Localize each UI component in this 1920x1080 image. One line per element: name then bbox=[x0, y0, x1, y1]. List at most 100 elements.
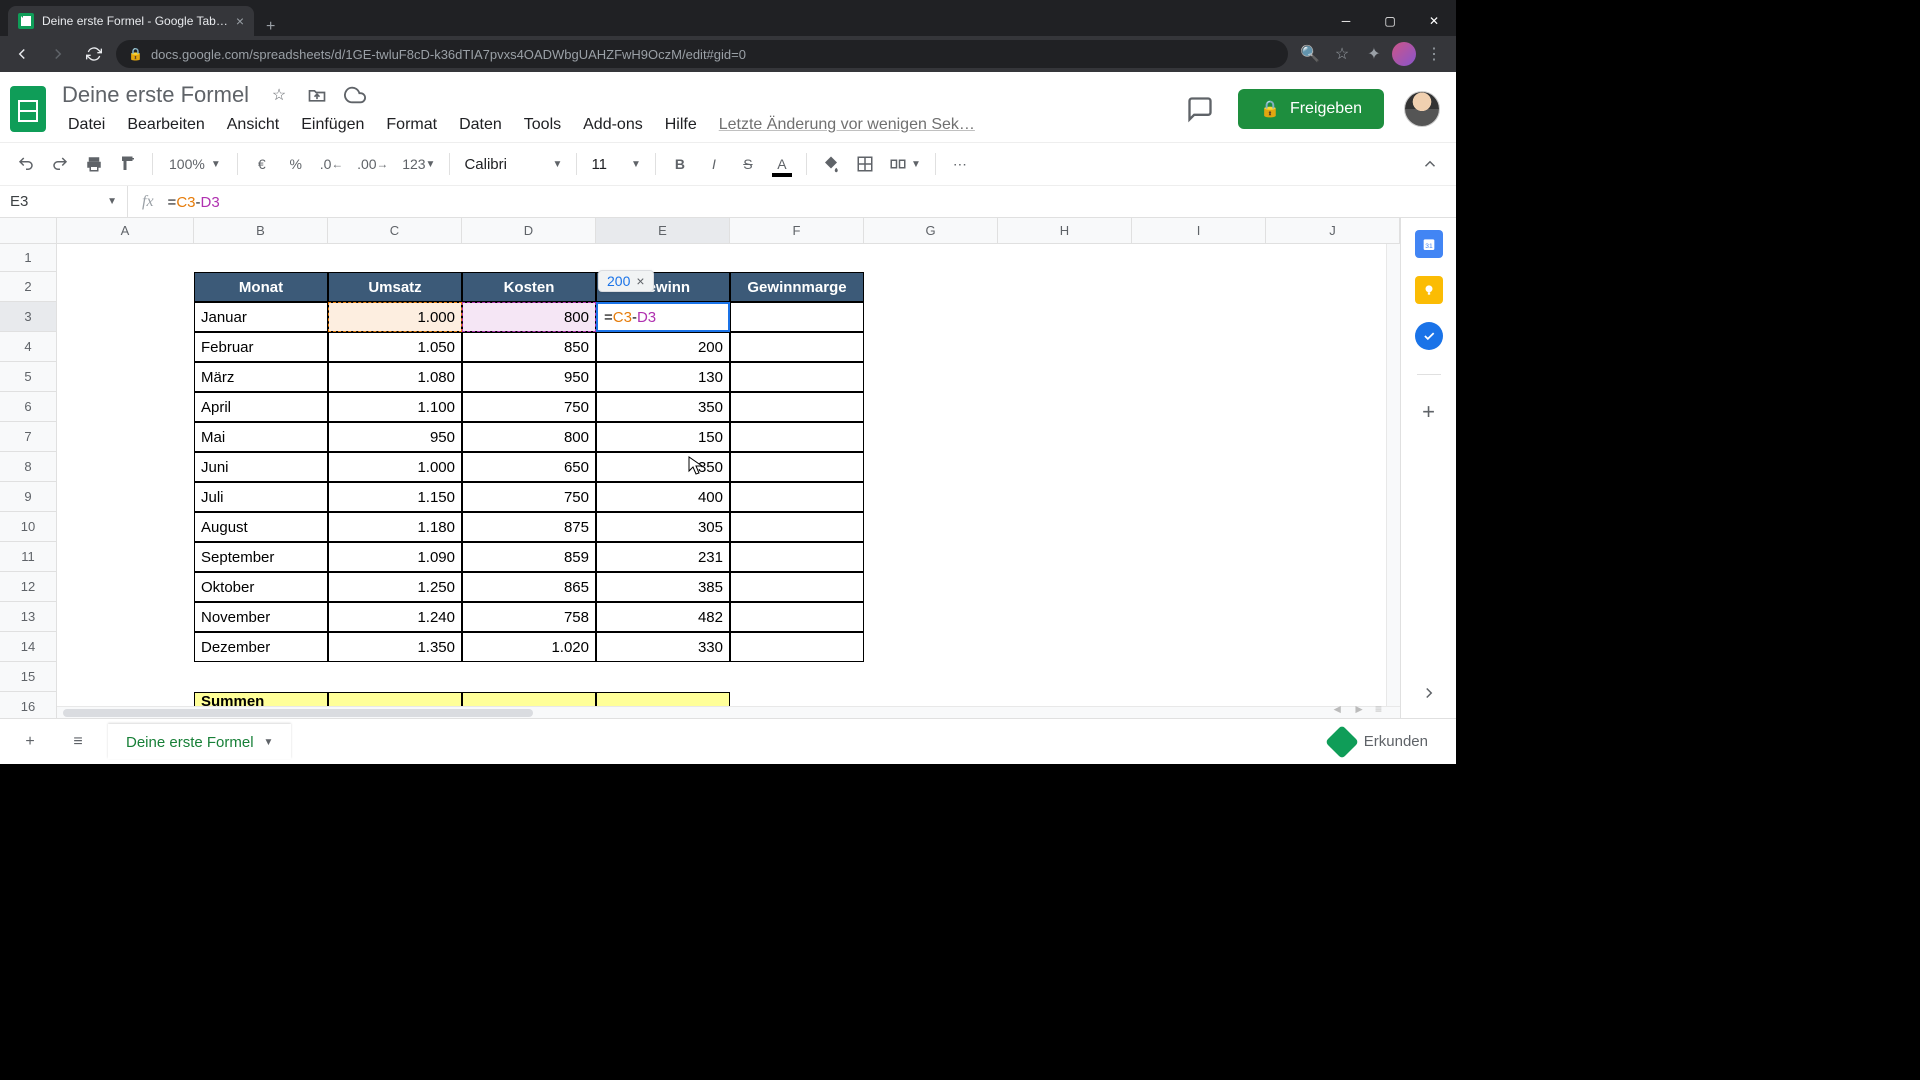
cell-monat-8[interactable]: Juni bbox=[194, 452, 328, 482]
increase-decimals-button[interactable]: .00→ bbox=[351, 149, 394, 179]
paint-format-button[interactable] bbox=[112, 149, 144, 179]
col-header-I[interactable]: I bbox=[1132, 218, 1266, 244]
cells-area[interactable]: MonatUmsatzKostenGewinnGewinnmargeJanuar… bbox=[57, 244, 1400, 718]
profile-avatar-small[interactable] bbox=[1392, 42, 1416, 66]
cell-gewinn-edit[interactable]: =C3-D3 bbox=[596, 302, 730, 332]
kebab-menu-icon[interactable]: ⋮ bbox=[1420, 40, 1448, 68]
cell-gewinn-11[interactable]: 231 bbox=[596, 542, 730, 572]
cell-umsatz-7[interactable]: 950 bbox=[328, 422, 462, 452]
cell-marge-9[interactable] bbox=[730, 482, 864, 512]
menu-data[interactable]: Daten bbox=[449, 112, 512, 138]
font-select[interactable]: Calibri▼ bbox=[458, 156, 568, 173]
explore-button[interactable]: Erkunden bbox=[1314, 722, 1444, 762]
star-document-icon[interactable]: ☆ bbox=[267, 83, 291, 107]
menu-view[interactable]: Ansicht bbox=[217, 112, 289, 138]
comments-button[interactable] bbox=[1182, 91, 1218, 127]
menu-edit[interactable]: Bearbeiten bbox=[117, 112, 214, 138]
cell-umsatz-6[interactable]: 1.100 bbox=[328, 392, 462, 422]
cell-marge-5[interactable] bbox=[730, 362, 864, 392]
cell-gewinn-5[interactable]: 130 bbox=[596, 362, 730, 392]
row-header-14[interactable]: 14 bbox=[0, 632, 57, 662]
cell-umsatz-14[interactable]: 1.350 bbox=[328, 632, 462, 662]
name-box[interactable]: E3▼ bbox=[0, 186, 128, 218]
menu-tools[interactable]: Tools bbox=[514, 112, 571, 138]
back-button[interactable] bbox=[8, 40, 36, 68]
cell-gewinn-12[interactable]: 385 bbox=[596, 572, 730, 602]
select-all-corner[interactable] bbox=[0, 218, 57, 244]
minimize-button[interactable]: ─ bbox=[1324, 6, 1368, 36]
add-sheet-button[interactable]: + bbox=[12, 724, 48, 760]
col-header-D[interactable]: D bbox=[462, 218, 596, 244]
text-color-button[interactable]: A bbox=[766, 149, 798, 179]
percent-button[interactable]: % bbox=[280, 149, 312, 179]
cell-monat-6[interactable]: April bbox=[194, 392, 328, 422]
cell-umsatz-8[interactable]: 1.000 bbox=[328, 452, 462, 482]
move-document-icon[interactable] bbox=[305, 83, 329, 107]
col-header-G[interactable]: G bbox=[864, 218, 998, 244]
cell-marge-7[interactable] bbox=[730, 422, 864, 452]
cell-kosten-8[interactable]: 650 bbox=[462, 452, 596, 482]
cell-monat-11[interactable]: September bbox=[194, 542, 328, 572]
zoom-icon[interactable]: 🔍 bbox=[1296, 40, 1324, 68]
cell-umsatz-5[interactable]: 1.080 bbox=[328, 362, 462, 392]
cell-monat-10[interactable]: August bbox=[194, 512, 328, 542]
row-header-11[interactable]: 11 bbox=[0, 542, 57, 572]
cell-monat-4[interactable]: Februar bbox=[194, 332, 328, 362]
currency-button[interactable]: € bbox=[246, 149, 278, 179]
col-header-C[interactable]: C bbox=[328, 218, 462, 244]
row-header-6[interactable]: 6 bbox=[0, 392, 57, 422]
cell-umsatz-9[interactable]: 1.150 bbox=[328, 482, 462, 512]
fill-color-button[interactable] bbox=[815, 149, 847, 179]
menu-format[interactable]: Format bbox=[376, 112, 447, 138]
cell-gewinn-4[interactable]: 200 bbox=[596, 332, 730, 362]
row-header-3[interactable]: 3 bbox=[0, 302, 57, 332]
col-header-A[interactable]: A bbox=[57, 218, 194, 244]
url-input[interactable]: 🔒 docs.google.com/spreadsheets/d/1GE-twl… bbox=[116, 40, 1288, 68]
cell-kosten-4[interactable]: 850 bbox=[462, 332, 596, 362]
share-button[interactable]: 🔒 Freigeben bbox=[1238, 89, 1384, 129]
cell-monat-9[interactable]: Juli bbox=[194, 482, 328, 512]
print-button[interactable] bbox=[78, 149, 110, 179]
maximize-button[interactable]: ▢ bbox=[1368, 6, 1412, 36]
formula-result-hint[interactable]: 200× bbox=[598, 270, 654, 292]
collapse-toolbar-button[interactable] bbox=[1414, 149, 1446, 179]
row-header-5[interactable]: 5 bbox=[0, 362, 57, 392]
row-header-4[interactable]: 4 bbox=[0, 332, 57, 362]
number-format-select[interactable]: 123 ▼ bbox=[396, 149, 441, 179]
document-title[interactable]: Deine erste Formel bbox=[58, 80, 253, 110]
redo-button[interactable] bbox=[44, 149, 76, 179]
add-addon-button[interactable]: + bbox=[1422, 399, 1435, 425]
row-header-9[interactable]: 9 bbox=[0, 482, 57, 512]
cell-gewinn-8[interactable]: 350 bbox=[596, 452, 730, 482]
cell-gewinn-13[interactable]: 482 bbox=[596, 602, 730, 632]
row-header-16[interactable]: 16 bbox=[0, 692, 57, 718]
cell-marge-3[interactable] bbox=[730, 302, 864, 332]
more-tools-button[interactable]: ⋯ bbox=[944, 149, 976, 179]
row-header-13[interactable]: 13 bbox=[0, 602, 57, 632]
row-header-12[interactable]: 12 bbox=[0, 572, 57, 602]
cell-marge-13[interactable] bbox=[730, 602, 864, 632]
decrease-decimals-button[interactable]: .0← bbox=[314, 149, 349, 179]
undo-button[interactable] bbox=[10, 149, 42, 179]
extensions-icon[interactable]: ✦ bbox=[1360, 40, 1388, 68]
cell-kosten-6[interactable]: 750 bbox=[462, 392, 596, 422]
expand-side-panel-button[interactable] bbox=[1420, 684, 1438, 702]
cell-umsatz-12[interactable]: 1.250 bbox=[328, 572, 462, 602]
cell-kosten-10[interactable]: 875 bbox=[462, 512, 596, 542]
new-tab-button[interactable]: + bbox=[254, 18, 287, 36]
row-header-8[interactable]: 8 bbox=[0, 452, 57, 482]
cell-kosten-5[interactable]: 950 bbox=[462, 362, 596, 392]
cell-umsatz-13[interactable]: 1.240 bbox=[328, 602, 462, 632]
cell-monat-12[interactable]: Oktober bbox=[194, 572, 328, 602]
cell-umsatz-4[interactable]: 1.050 bbox=[328, 332, 462, 362]
all-sheets-button[interactable]: ≡ bbox=[60, 724, 96, 760]
close-tab-icon[interactable]: × bbox=[236, 13, 244, 29]
menu-help[interactable]: Hilfe bbox=[655, 112, 707, 138]
merge-cells-button[interactable]: ▼ bbox=[883, 149, 927, 179]
bold-button[interactable]: B bbox=[664, 149, 696, 179]
forward-button[interactable] bbox=[44, 40, 72, 68]
horizontal-scrollbar[interactable] bbox=[57, 706, 1400, 718]
sheets-logo[interactable] bbox=[8, 83, 48, 135]
cell-kosten-11[interactable]: 859 bbox=[462, 542, 596, 572]
vertical-scrollbar[interactable] bbox=[1386, 244, 1400, 706]
